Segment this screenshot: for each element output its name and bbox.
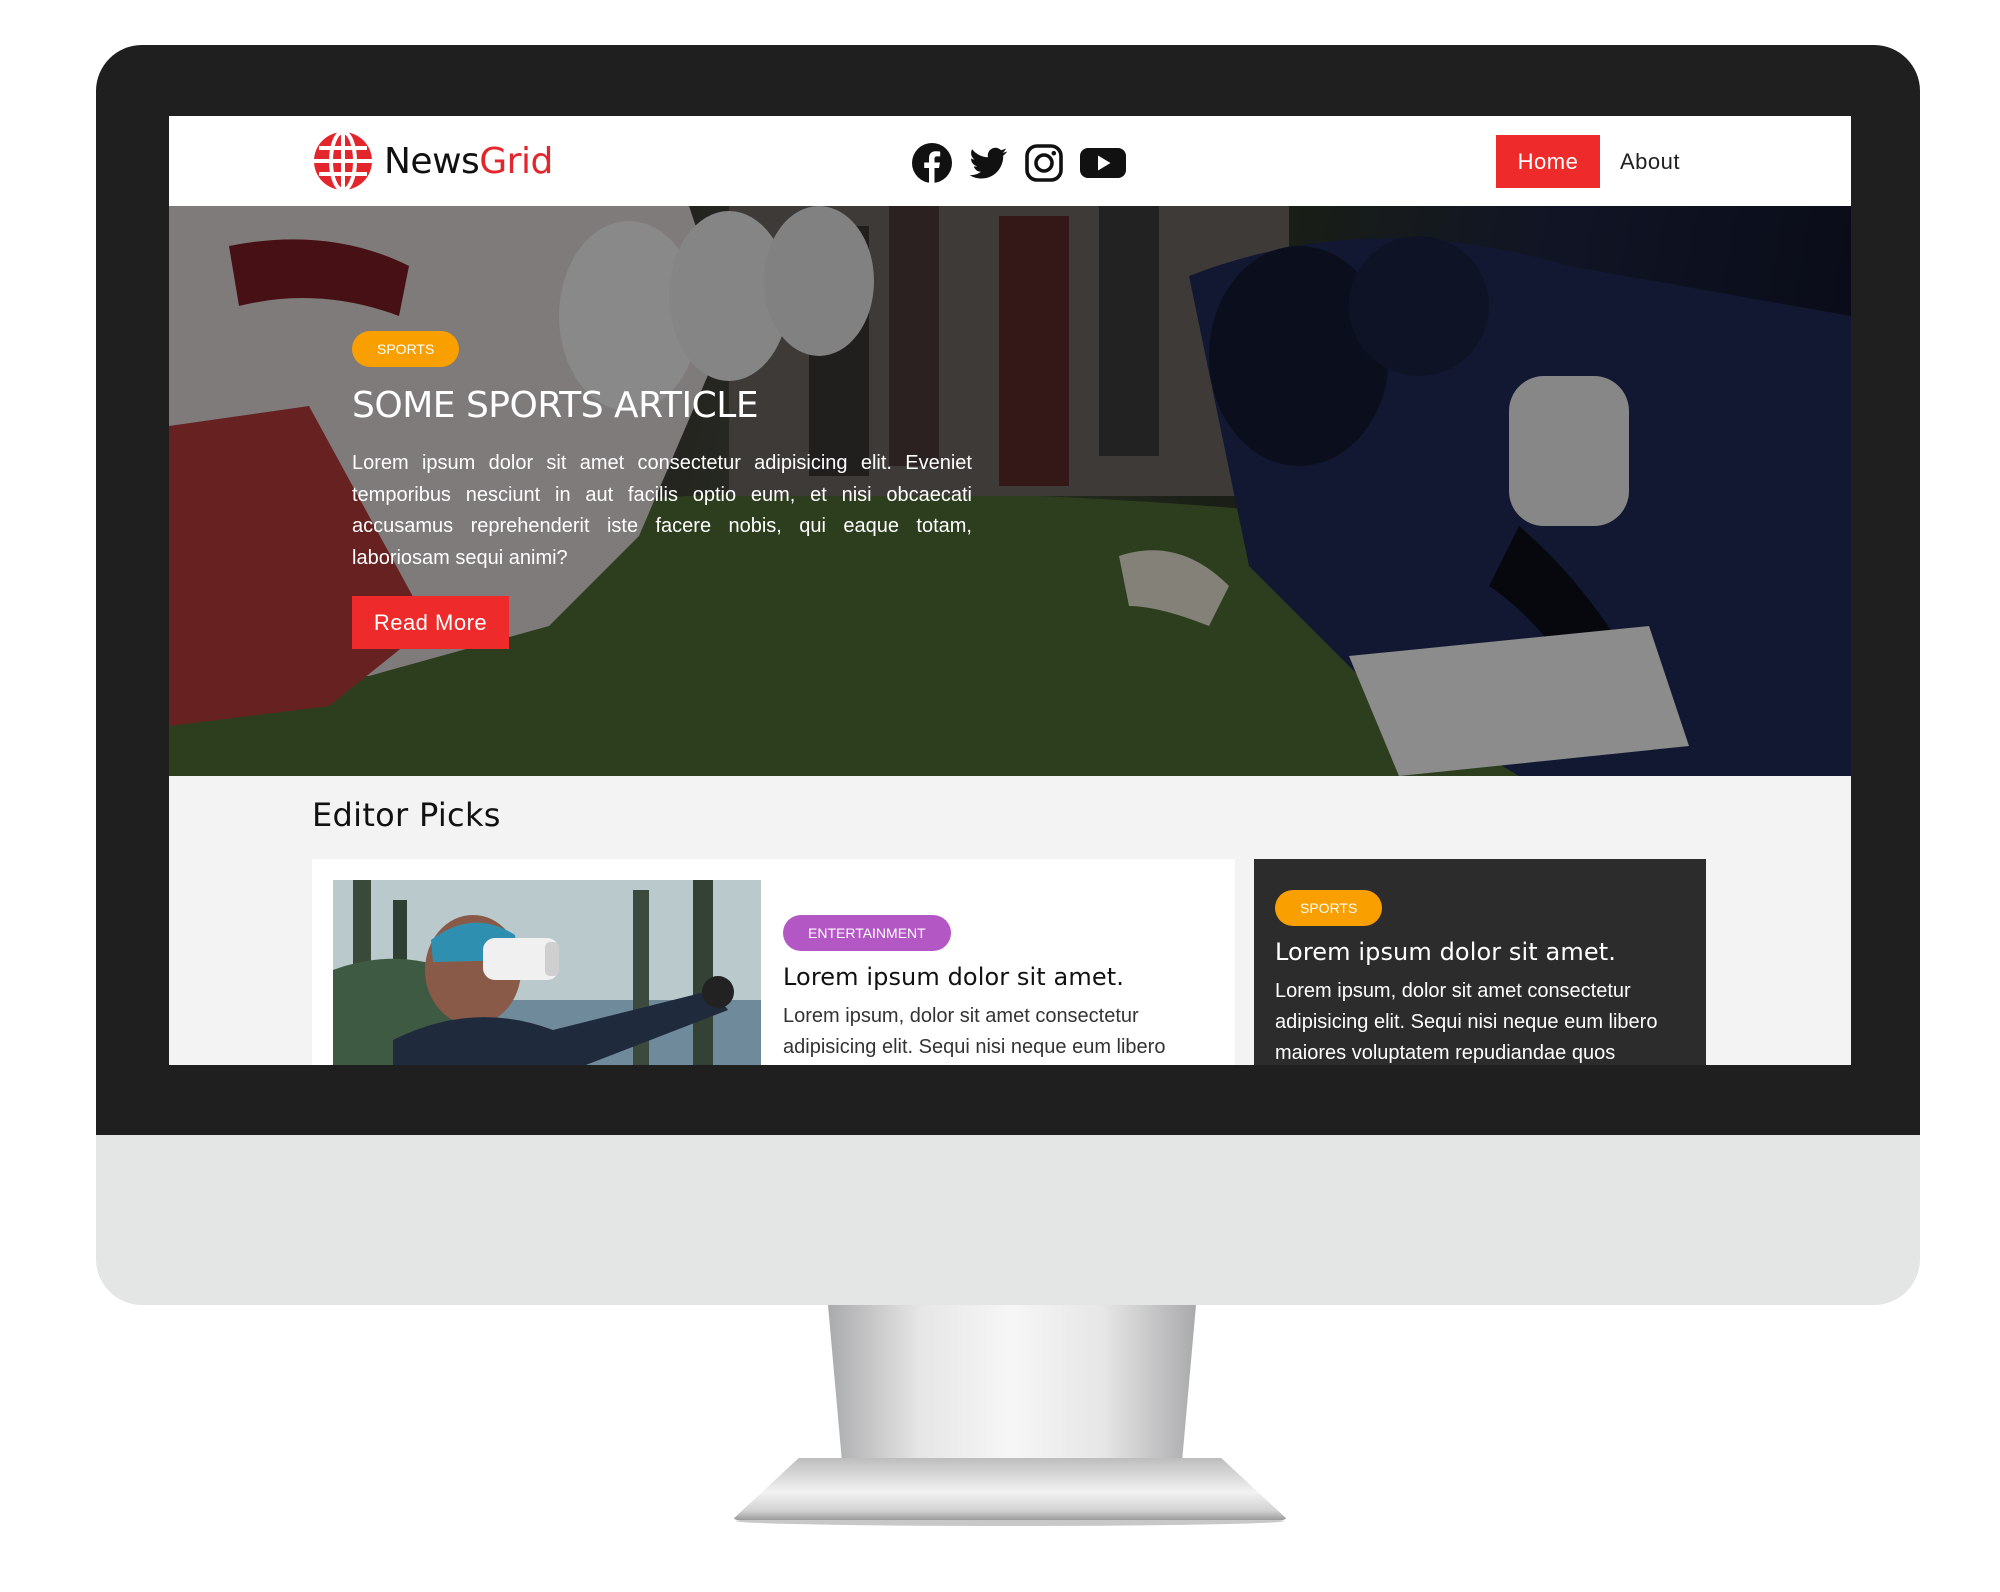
card-excerpt: Lorem ipsum, dolor sit amet consectetur … <box>1275 980 1658 1064</box>
facebook-icon[interactable] <box>911 142 953 184</box>
editor-pick-card-side-body: SPORTS Lorem ipsum dolor sit amet. Lorem… <box>1275 890 1695 1065</box>
hero-section: SPORTS SOME SPORTS ARTICLE Lorem ipsum d… <box>169 206 1851 776</box>
sports-badge[interactable]: SPORTS <box>1275 890 1383 926</box>
editor-picks-heading: Editor Picks <box>312 796 501 834</box>
card-excerpt: Lorem ipsum, dolor sit amet consectetur … <box>783 1005 1166 1058</box>
entertainment-badge[interactable]: ENTERTAINMENT <box>783 915 951 951</box>
monitor-chin <box>96 1135 1920 1305</box>
hero-title: SOME SPORTS ARTICLE <box>352 385 759 426</box>
social-links <box>911 142 1127 184</box>
logo-brand-first: News <box>384 140 480 182</box>
site-header: NewsGrid Home About <box>169 116 1851 206</box>
globe-icon <box>314 130 372 192</box>
hero-category-badge[interactable]: SPORTS <box>352 331 460 367</box>
monitor-stand-base <box>732 1458 1288 1520</box>
card-title[interactable]: Lorem ipsum dolor sit amet. <box>783 963 1213 991</box>
hero-content: SPORTS SOME SPORTS ARTICLE Lorem ipsum d… <box>352 331 972 649</box>
vr-photo <box>333 880 761 1065</box>
monitor-stand-neck <box>828 1305 1196 1470</box>
monitor-screen: NewsGrid Home About SPORTS SOME SPORTS A… <box>169 116 1851 1065</box>
nav-home-link[interactable]: Home <box>1496 135 1600 188</box>
vr-article-image <box>333 880 761 1065</box>
card-title[interactable]: Lorem ipsum dolor sit amet. <box>1275 938 1695 966</box>
hero-excerpt: Lorem ipsum dolor sit amet consectetur a… <box>352 452 972 569</box>
nav-about-link[interactable]: About <box>1620 149 1680 175</box>
editor-pick-card-main[interactable]: ENTERTAINMENT Lorem ipsum dolor sit amet… <box>312 859 1235 1065</box>
logo[interactable]: NewsGrid <box>312 130 553 192</box>
instagram-icon[interactable] <box>1023 142 1065 184</box>
read-more-button[interactable]: Read More <box>352 596 509 649</box>
main-nav: Home About <box>1496 135 1680 188</box>
editor-pick-card-side[interactable]: SPORTS Lorem ipsum dolor sit amet. Lorem… <box>1254 859 1706 1065</box>
logo-text: NewsGrid <box>384 141 553 182</box>
editor-pick-card-main-body: ENTERTAINMENT Lorem ipsum dolor sit amet… <box>783 915 1213 1063</box>
youtube-icon[interactable] <box>1079 142 1127 184</box>
twitter-icon[interactable] <box>967 142 1009 184</box>
logo-brand-second: Grid <box>479 140 553 182</box>
